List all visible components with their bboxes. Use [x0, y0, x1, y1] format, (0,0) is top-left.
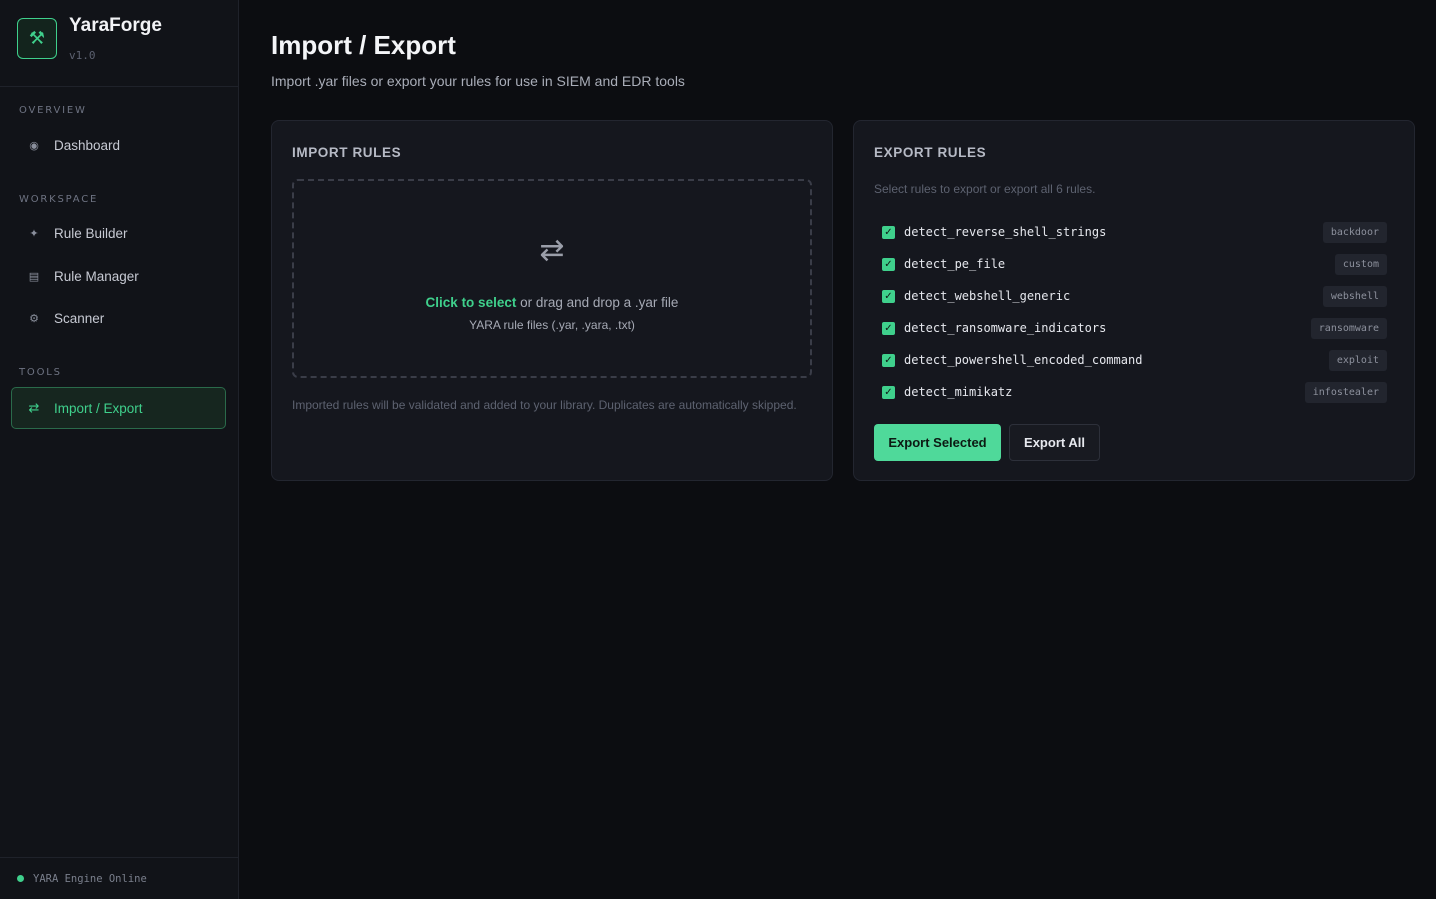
sidebar-item-import-export[interactable]: ⇄ Import / Export — [11, 387, 226, 429]
rule-row[interactable]: ✓ detect_ransomware_indicators ransomwar… — [882, 317, 1387, 339]
export-all-button[interactable]: Export All — [1009, 424, 1100, 461]
rule-tag: infostealer — [1304, 381, 1387, 403]
rule-tag: ransomware — [1310, 317, 1387, 339]
sidebar-item-label: Import / Export — [54, 400, 143, 416]
file-types-hint: YARA rule files (.yar, .yara, .txt) — [469, 318, 635, 332]
sidebar-item-label: Dashboard — [54, 137, 121, 153]
checkbox[interactable]: ✓ — [882, 321, 895, 335]
app-name: YaraForge — [69, 15, 162, 36]
engine-status-text: YARA Engine Online — [33, 872, 147, 885]
rule-row[interactable]: ✓ detect_webshell_generic webshell — [882, 285, 1387, 307]
rule-row[interactable]: ✓ detect_pe_file custom — [882, 253, 1387, 275]
gear-icon: ⚙ — [29, 312, 39, 325]
rule-tag: custom — [1334, 253, 1387, 275]
rule-name: detect_mimikatz — [904, 385, 1013, 399]
sidebar: ⚒ YaraForge v1.0 OVERVIEW ◉ Dashboard WO… — [0, 0, 239, 899]
rule-tag: webshell — [1322, 285, 1387, 307]
rule-row[interactable]: ✓ detect_powershell_encoded_command expl… — [882, 349, 1387, 371]
status-dot-icon — [17, 875, 24, 882]
file-dropzone[interactable]: ⇄ Click to select or drag and drop a .ya… — [292, 179, 812, 378]
rule-tag: exploit — [1328, 349, 1387, 371]
sidebar-item-rule-manager[interactable]: ▤ Rule Manager — [11, 255, 226, 297]
sidebar-item-label: Scanner — [54, 310, 105, 326]
checkbox[interactable]: ✓ — [882, 289, 895, 303]
rule-name: detect_ransomware_indicators — [904, 321, 1107, 335]
hammer-wrench-icon: ⚒ — [17, 18, 57, 59]
list-icon: ▤ — [28, 270, 40, 283]
import-title: IMPORT RULES — [292, 145, 402, 160]
circle-dot-icon: ◉ — [29, 139, 39, 152]
rule-row[interactable]: ✓ detect_reverse_shell_strings backdoor — [882, 221, 1387, 243]
page-subtitle: Import .yar files or export your rules f… — [271, 73, 685, 89]
export-title: EXPORT RULES — [874, 145, 987, 160]
swap-icon: ⇄ — [539, 234, 565, 267]
sidebar-item-label: Rule Builder — [54, 225, 128, 241]
import-note: Imported rules will be validated and add… — [292, 398, 797, 412]
app-version: v1.0 — [69, 49, 96, 62]
rule-row[interactable]: ✓ detect_mimikatz infostealer — [882, 381, 1387, 403]
export-card: EXPORT RULES Select rules to export or e… — [853, 120, 1415, 481]
sidebar-item-scanner[interactable]: ⚙ Scanner — [11, 297, 226, 339]
import-card: IMPORT RULES ⇄ Click to select or drag a… — [271, 120, 833, 481]
rule-name: detect_pe_file — [904, 257, 1006, 271]
export-selected-button[interactable]: Export Selected — [874, 424, 1001, 461]
rule-name: detect_webshell_generic — [904, 289, 1071, 303]
checkbox[interactable]: ✓ — [882, 353, 895, 367]
drop-label: or drag and drop a .yar file — [516, 295, 679, 310]
click-to-select-link[interactable]: Click to select — [426, 295, 517, 310]
rule-tag: backdoor — [1322, 221, 1387, 243]
rule-name: detect_reverse_shell_strings — [904, 225, 1107, 239]
sidebar-item-rule-builder[interactable]: ✦ Rule Builder — [11, 212, 226, 254]
brand: ⚒ YaraForge v1.0 — [0, 0, 238, 87]
rule-name: detect_powershell_encoded_command — [904, 353, 1143, 367]
nav-section-workspace: WORKSPACE — [19, 194, 99, 205]
checkbox[interactable]: ✓ — [882, 225, 895, 239]
page-title: Import / Export — [271, 30, 456, 60]
engine-status: YARA Engine Online — [0, 857, 238, 899]
sparkle-icon: ✦ — [29, 227, 39, 240]
export-description: Select rules to export or export all 6 r… — [874, 182, 1096, 196]
nav-section-overview: OVERVIEW — [19, 105, 87, 116]
sidebar-item-dashboard[interactable]: ◉ Dashboard — [11, 124, 226, 166]
sidebar-item-label: Rule Manager — [54, 268, 139, 284]
checkbox[interactable]: ✓ — [882, 385, 895, 399]
swap-icon: ⇄ — [28, 400, 40, 415]
dropzone-text: Click to select or drag and drop a .yar … — [294, 295, 810, 310]
nav-section-tools: TOOLS — [19, 367, 62, 378]
checkbox[interactable]: ✓ — [882, 257, 895, 271]
